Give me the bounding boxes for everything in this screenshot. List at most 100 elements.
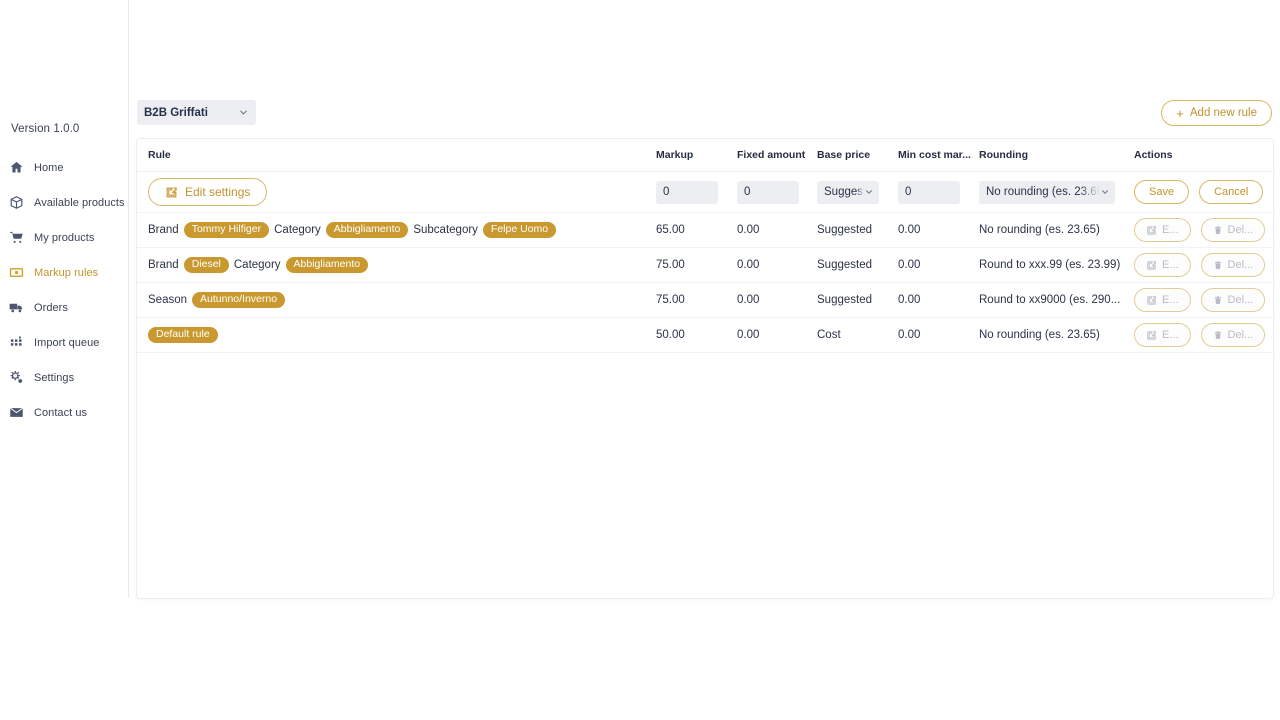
fixed-amount-value: 0.00	[737, 259, 760, 271]
sidebar-item-label: Orders	[34, 301, 68, 314]
cart-icon	[9, 230, 24, 245]
column-header-actions: Actions	[1134, 149, 1173, 161]
table-row: Default rule 50.00 0.00 Cost 0.00 No rounding…	[137, 318, 1273, 353]
delete-rule-button[interactable]: Del...	[1200, 253, 1266, 277]
rule-tag: Default rule	[148, 327, 218, 343]
sidebar-item-label: Settings	[34, 371, 75, 384]
sidebar-item-my-products[interactable]: My products	[0, 220, 129, 255]
edit-rule-button[interactable]: E...	[1134, 288, 1191, 312]
column-header-markup: Markup	[656, 149, 694, 161]
rounding-value: Round to xxx.99 (es. 23.99)	[979, 259, 1121, 271]
truck-icon	[9, 300, 24, 315]
min-cost-markup-value: 0.00	[898, 294, 921, 306]
row-actions-cell: E... Del...	[1134, 218, 1273, 242]
sidebar-item-available-products[interactable]: Available products	[0, 185, 129, 220]
home-icon	[9, 160, 24, 175]
edit-rule-button[interactable]: E...	[1134, 253, 1191, 277]
delete-rule-button[interactable]: Del...	[1200, 323, 1266, 347]
sidebar-item-label: Import queue	[34, 336, 100, 349]
chevron-down-icon	[238, 107, 249, 118]
rule-tag: Autunno/Inverno	[192, 292, 286, 308]
sidebar-item-import-queue[interactable]: Import queue	[0, 325, 129, 360]
sidebar-item-label: Markup rules	[34, 266, 99, 279]
box-icon	[9, 195, 24, 210]
edit-rule-label: E...	[1162, 224, 1179, 236]
column-header-fixed-amount: Fixed amount	[737, 149, 806, 161]
base-price-select[interactable]: Suggested	[817, 180, 879, 204]
min-cost-markup-input-cell	[898, 180, 979, 204]
organization-select-value: B2B Griffati	[144, 106, 208, 119]
trash-icon	[1213, 225, 1223, 236]
table-header-row: Rule Markup Fixed amount Base price Min …	[137, 139, 1273, 172]
pencil-square-icon	[1146, 260, 1157, 271]
cancel-button-label: Cancel	[1214, 186, 1249, 198]
organization-select[interactable]: B2B Griffati	[137, 100, 256, 125]
edit-rule-button[interactable]: E...	[1134, 323, 1191, 347]
version-label: Version 1.0.0	[11, 123, 80, 135]
pencil-square-icon	[1146, 225, 1157, 236]
rule-keyword: Category	[233, 259, 281, 271]
sidebar-item-home[interactable]: Home	[0, 150, 129, 185]
rule-tag: Felpe Uomo	[482, 222, 557, 238]
min-cost-markup-input[interactable]	[898, 180, 960, 204]
rule-tag: Diesel	[183, 257, 229, 273]
fixed-amount-value: 0.00	[737, 294, 760, 306]
base-price-value: Cost	[817, 329, 841, 341]
banknote-icon	[9, 265, 24, 280]
add-new-rule-button[interactable]: + Add new rule	[1161, 100, 1272, 126]
app-root: Version 1.0.0 Home Available products My p…	[0, 0, 1280, 720]
trash-icon	[1213, 330, 1223, 341]
column-header-rule: Rule	[148, 149, 171, 161]
fixed-amount-value: 0.00	[737, 329, 760, 341]
sidebar-item-contact-us[interactable]: Contact us	[0, 395, 129, 430]
rule-description-cell: Default rule	[148, 327, 656, 343]
rounding-value: No rounding (es. 23.65)	[979, 224, 1100, 236]
sidebar-item-orders[interactable]: Orders	[0, 290, 129, 325]
table-row: Brand Tommy Hilfiger Category Abbigliamento…	[137, 213, 1273, 248]
fixed-amount-input[interactable]	[737, 180, 799, 204]
row-actions-cell: E... Del...	[1134, 323, 1273, 347]
pencil-square-icon	[1146, 295, 1157, 306]
min-cost-markup-value: 0.00	[898, 224, 921, 236]
edit-row-actions-cell: Save Cancel	[1134, 180, 1273, 204]
delete-rule-label: Del...	[1227, 329, 1254, 341]
markup-value: 75.00	[656, 259, 685, 271]
rule-description-cell: Brand Tommy Hilfiger Category Abbigliamento…	[148, 222, 656, 238]
delete-rule-label: Del...	[1227, 294, 1254, 306]
fixed-amount-value: 0.00	[737, 224, 760, 236]
rounding-value: Round to xx9000 (es. 290...	[979, 294, 1121, 306]
table-body: Brand Tommy Hilfiger Category Abbigliamento…	[137, 213, 1273, 353]
rule-description-cell: Season Autunno/Inverno	[148, 292, 656, 308]
sidebar-item-label: My products	[34, 231, 95, 244]
markup-input[interactable]	[656, 180, 718, 204]
chevron-down-icon	[1100, 187, 1110, 197]
fixed-amount-input-cell	[737, 180, 817, 204]
rule-keyword: Subcategory	[413, 224, 478, 236]
edit-settings-button[interactable]: Edit settings	[148, 178, 268, 206]
rule-tag: Abbigliamento	[285, 257, 369, 273]
sidebar-item-markup-rules[interactable]: Markup rules	[0, 255, 129, 290]
rule-keyword: Brand	[148, 259, 179, 271]
save-button[interactable]: Save	[1134, 180, 1190, 204]
rule-tag: Abbigliamento	[325, 222, 409, 238]
column-header-rounding: Rounding	[979, 149, 1028, 161]
delete-rule-button[interactable]: Del...	[1200, 218, 1266, 242]
column-header-min-cost-markup: Min cost mar...	[898, 149, 971, 161]
markup-input-cell	[656, 180, 737, 204]
edit-rule-label: E...	[1162, 294, 1179, 306]
sidebar-item-settings[interactable]: Settings	[0, 360, 129, 395]
pencil-square-icon	[165, 186, 178, 199]
table-row: Brand Diesel Category Abbigliamento 75.00 0.0…	[137, 248, 1273, 283]
row-actions-cell: E... Del...	[1134, 253, 1273, 277]
edit-rule-label: E...	[1162, 329, 1179, 341]
sidebar-item-label: Contact us	[34, 406, 88, 419]
save-button-label: Save	[1149, 186, 1175, 198]
edit-rule-button[interactable]: E...	[1134, 218, 1191, 242]
rule-keyword: Brand	[148, 224, 179, 236]
gear-icon	[9, 370, 24, 385]
delete-rule-button[interactable]: Del...	[1200, 288, 1266, 312]
cancel-button[interactable]: Cancel	[1199, 180, 1264, 204]
rule-keyword: Season	[148, 294, 188, 306]
rounding-select[interactable]: No rounding (es. 23.65)	[979, 180, 1115, 204]
table-row: Season Autunno/Inverno 75.00 0.00 Suggested 0…	[137, 283, 1273, 318]
